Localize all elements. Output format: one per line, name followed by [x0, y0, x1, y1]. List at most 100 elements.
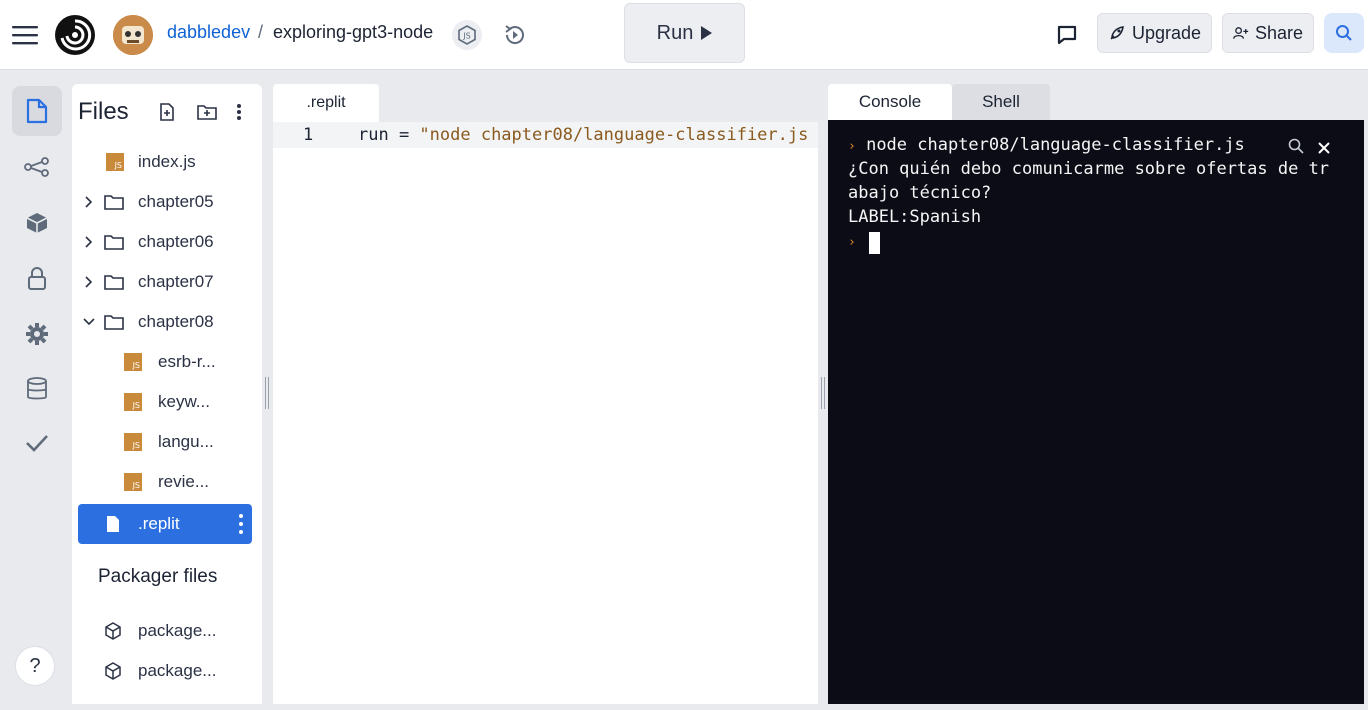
code-line[interactable]: 1 run = "node chapter08/language-classif…	[273, 122, 818, 148]
tab-console[interactable]: Console	[828, 84, 952, 120]
tree-item-label: keyw...	[158, 392, 210, 411]
editor-tab-bar: .replit	[273, 84, 818, 122]
prompt-icon: ›	[848, 235, 856, 250]
console-panel: Console Shell › node chapter08/language-…	[828, 84, 1364, 704]
package-icon	[105, 622, 121, 640]
js-file-icon: JS	[124, 353, 142, 371]
terminal-output: ¿Con quién debo comunicarme sobre oferta…	[848, 159, 1330, 179]
replit-logo-icon[interactable]	[54, 14, 96, 56]
top-bar: dabbledev / exploring-gpt3-node JS Run U…	[0, 0, 1368, 70]
code-string: "node chapter08/language-classifier.js	[419, 125, 809, 145]
tree-item-index-js[interactable]: JS index.js	[78, 142, 252, 182]
help-button[interactable]: ?	[15, 646, 55, 686]
line-number: 1	[303, 125, 314, 145]
js-file-icon: JS	[124, 473, 142, 491]
svg-text:JS: JS	[462, 32, 470, 41]
packager-file-item[interactable]: package...	[78, 651, 252, 691]
resize-handle[interactable]	[265, 377, 269, 409]
breadcrumb-user[interactable]: dabbledev	[167, 22, 250, 43]
tree-item-revie[interactable]: JS revie...	[78, 462, 252, 502]
packager-file-item[interactable]: package...	[78, 611, 252, 651]
tree-item-keyw[interactable]: JS keyw...	[78, 382, 252, 422]
tree-item-label: package...	[138, 621, 217, 640]
js-file-icon: JS	[106, 153, 124, 171]
terminal-output: abajo técnico?	[848, 183, 992, 203]
search-icon[interactable]	[1324, 13, 1364, 53]
tree-item-label: package...	[138, 661, 217, 680]
tab-label: Console	[858, 92, 922, 111]
tab-label: Shell	[982, 92, 1020, 111]
tree-item-label: revie...	[158, 472, 210, 491]
repl-name[interactable]: exploring-gpt3-node	[273, 22, 433, 43]
activity-bar: ?	[0, 72, 72, 710]
tab-shell[interactable]: Shell	[952, 84, 1050, 120]
files-more-icon[interactable]	[228, 101, 250, 123]
tree-item-chapter06[interactable]: chapter06	[78, 222, 252, 262]
chevron-right-icon[interactable]	[82, 235, 96, 249]
tree-item-replit[interactable]: .replit	[78, 504, 252, 544]
packages-icon[interactable]	[12, 198, 62, 248]
run-button[interactable]: Run	[624, 3, 745, 63]
share-button[interactable]: Share	[1222, 13, 1314, 53]
js-file-icon: JS	[124, 433, 142, 451]
checkmark-icon[interactable]	[12, 418, 62, 468]
tree-item-label: esrb-r...	[158, 352, 216, 371]
tree-item-esrb[interactable]: JS esrb-r...	[78, 342, 252, 382]
folder-icon	[104, 195, 124, 210]
editor-tab-label: .replit	[306, 94, 346, 111]
tree-item-chapter07[interactable]: chapter07	[78, 262, 252, 302]
share-label: Share	[1254, 22, 1303, 43]
settings-gear-icon[interactable]	[12, 309, 62, 359]
tree-item-chapter08[interactable]: chapter08	[78, 302, 252, 342]
terminal-command-line: › node chapter08/language-classifier.js	[848, 133, 1245, 159]
run-button-label: Run	[656, 21, 694, 44]
chevron-right-icon[interactable]	[82, 195, 96, 209]
tree-item-label: chapter07	[138, 272, 214, 291]
js-file-icon: JS	[124, 393, 142, 411]
folder-icon	[104, 315, 124, 330]
folder-icon	[104, 235, 124, 250]
new-file-icon[interactable]	[156, 101, 178, 123]
editor-tab-replit[interactable]: .replit	[273, 84, 379, 122]
code-key: run =	[358, 125, 420, 145]
package-icon	[105, 662, 121, 680]
add-user-icon	[1233, 27, 1249, 39]
resize-handle[interactable]	[821, 377, 825, 409]
nodejs-language-icon[interactable]: JS	[452, 20, 482, 50]
tree-item-label: chapter08	[138, 312, 214, 331]
file-icon	[107, 516, 119, 532]
tree-item-label: langu...	[158, 432, 214, 451]
tree-item-label: chapter06	[138, 232, 214, 251]
files-tool-icon[interactable]	[12, 86, 62, 136]
help-icon: ?	[29, 654, 41, 677]
code-editor[interactable]: .replit 1 run = "node chapter08/language…	[273, 84, 818, 704]
tree-item-chapter05[interactable]: chapter05	[78, 182, 252, 222]
lock-icon[interactable]	[12, 254, 62, 304]
terminal-cursor	[869, 232, 880, 254]
avatar[interactable]	[113, 15, 153, 55]
version-control-icon[interactable]	[12, 142, 62, 192]
tree-item-label: index.js	[138, 152, 196, 171]
new-folder-icon[interactable]	[196, 101, 218, 123]
folder-icon	[104, 275, 124, 290]
prompt-icon: ›	[848, 139, 856, 154]
console-tab-bar: Console Shell	[828, 84, 1364, 120]
terminal[interactable]: › node chapter08/language-classifier.js …	[828, 120, 1364, 704]
breadcrumb-separator: /	[258, 22, 264, 42]
play-icon	[701, 26, 713, 40]
packager-files-title: Packager files	[98, 566, 218, 587]
database-icon[interactable]	[12, 364, 62, 414]
chat-icon[interactable]	[1050, 18, 1084, 52]
menu-icon[interactable]	[8, 18, 42, 52]
terminal-prompt-line: ›	[848, 229, 856, 255]
upgrade-button[interactable]: Upgrade	[1097, 13, 1212, 53]
file-more-icon[interactable]	[238, 514, 244, 534]
chevron-down-icon[interactable]	[82, 315, 96, 329]
chevron-right-icon[interactable]	[82, 275, 96, 289]
tree-item-label: chapter05	[138, 192, 214, 211]
terminal-output: LABEL:Spanish	[848, 207, 982, 227]
terminal-command: node chapter08/language-classifier.js	[866, 135, 1245, 155]
tree-item-label: .replit	[138, 514, 180, 533]
tree-item-langu[interactable]: JS langu...	[78, 422, 252, 462]
history-icon[interactable]	[498, 18, 532, 52]
